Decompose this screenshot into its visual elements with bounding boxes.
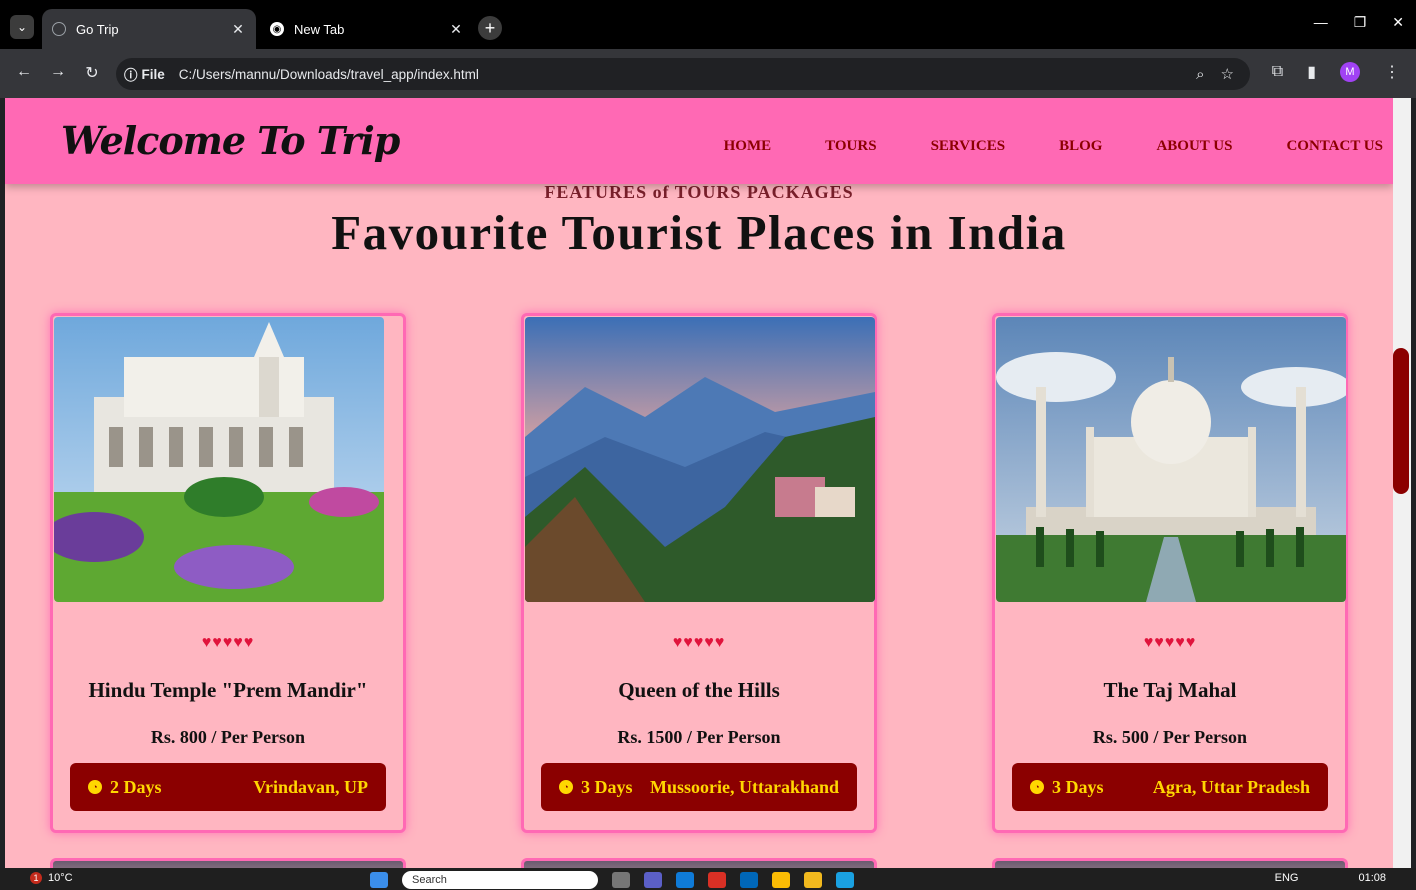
- tab-new-tab[interactable]: ◉ New Tab ✕: [260, 9, 474, 49]
- tab-go-trip[interactable]: Go Trip ✕: [42, 9, 256, 49]
- tour-location: Mussoorie, Uttarakhand: [649, 776, 839, 797]
- tour-location: Agra, Uttar Pradesh: [1152, 776, 1310, 797]
- page-viewport: Welcome To Trip HOME TOURS SERVICES BLOG…: [5, 98, 1393, 868]
- tour-info-bar: ◔ 3 Days Agra, Uttar Pradesh: [1012, 763, 1328, 811]
- tour-title: The Taj Mahal: [1103, 678, 1237, 702]
- tour-price: Rs. 800 / Per Person: [150, 727, 306, 747]
- forward-arrow-icon[interactable]: →: [48, 63, 68, 81]
- weather-temp: 10°C: [48, 872, 73, 884]
- clock-icon: ◔: [559, 780, 573, 794]
- tour-title: Queen of the Hills: [618, 678, 780, 702]
- main-nav: HOME TOURS SERVICES BLOG ABOUT US CONTAC…: [670, 138, 1383, 155]
- rating-hearts: ♥♥♥♥♥: [201, 634, 255, 651]
- bookmark-star-icon[interactable]: ☆: [1221, 65, 1234, 83]
- tour-duration: 3 Days: [581, 776, 633, 797]
- page-scrollbar-thumb[interactable]: [1393, 348, 1409, 494]
- file-label: File: [141, 66, 165, 82]
- nav-tours[interactable]: TOURS: [825, 138, 876, 155]
- page-title: Favourite Tourist Places in India: [331, 205, 1067, 260]
- tour-price: Rs. 500 / Per Person: [1092, 727, 1248, 747]
- taskbar-apps: Search: [370, 871, 854, 889]
- site-logo[interactable]: Welcome To Trip: [61, 118, 400, 163]
- menu-kebab-icon[interactable]: ⋮: [1384, 62, 1400, 82]
- tab-title: Go Trip: [76, 21, 119, 37]
- tour-card[interactable]: ♥♥♥♥♥ Queen of the Hills Rs. 1500 / Per …: [521, 313, 877, 833]
- tour-price: Rs. 1500 / Per Person: [617, 727, 781, 747]
- gmail-icon[interactable]: [708, 872, 726, 888]
- tour-card-peek: [50, 858, 406, 868]
- chrome-icon: ◉: [270, 22, 284, 36]
- system-tray: ENG 01:08: [1275, 872, 1386, 884]
- close-icon[interactable]: ✕: [230, 21, 246, 38]
- extensions-icon[interactable]: ⧉: [1272, 63, 1283, 81]
- language-indicator[interactable]: ENG: [1275, 872, 1299, 884]
- tour-info-bar: ◔ 2 Days Vrindavan, UP: [70, 763, 386, 811]
- vscode-icon[interactable]: [836, 872, 854, 888]
- clock-icon: ◔: [1030, 780, 1044, 794]
- notification-badge: 1: [30, 872, 42, 884]
- tour-image-temple: [54, 317, 384, 602]
- section-label: FEATURES of TOURS PACKAGES: [544, 182, 854, 202]
- weather-widget[interactable]: 1 10°C: [30, 872, 73, 884]
- nav-services[interactable]: SERVICES: [931, 138, 1006, 155]
- site-header: Welcome To Trip HOME TOURS SERVICES BLOG…: [5, 98, 1393, 184]
- nav-contact-us[interactable]: CONTACT US: [1286, 138, 1383, 155]
- taskbar-search[interactable]: Search: [402, 871, 598, 889]
- profile-avatar[interactable]: M: [1340, 62, 1360, 82]
- zoom-icon[interactable]: ⌕: [1196, 66, 1204, 83]
- rating-hearts: ♥♥♥♥♥: [672, 634, 726, 651]
- toolbar-actions: ⧉ ▮ M ⋮: [1272, 62, 1400, 82]
- tour-title: Hindu Temple "Prem Mandir": [88, 678, 368, 702]
- tour-card-peek: [992, 858, 1348, 868]
- tour-card-peek: [521, 858, 877, 868]
- url-text: C:/Users/mannu/Downloads/travel_app/inde…: [178, 66, 479, 82]
- teams-icon[interactable]: [644, 872, 662, 888]
- nav-about-us[interactable]: ABOUT US: [1156, 138, 1232, 155]
- file-explorer-icon[interactable]: [804, 872, 822, 888]
- tour-location: Vrindavan, UP: [253, 776, 368, 797]
- back-arrow-icon[interactable]: ←: [14, 63, 34, 81]
- info-icon: ⓘ: [124, 68, 138, 83]
- tour-info-bar: ◔ 3 Days Mussoorie, Uttarakhand: [541, 763, 857, 811]
- nav-blog[interactable]: BLOG: [1059, 138, 1102, 155]
- tab-search-chevron-icon[interactable]: ⌄: [10, 15, 34, 39]
- tab-strip: ⌄ Go Trip ✕ ◉ New Tab ✕ + — ❐ ✕: [0, 0, 1416, 49]
- clock-icon: ◔: [88, 780, 102, 794]
- side-panel-icon[interactable]: ▮: [1307, 62, 1316, 82]
- window-controls: — ❐ ✕: [1314, 14, 1404, 31]
- tour-card[interactable]: ♥♥♥♥♥ The Taj Mahal Rs. 500 / Per Person…: [992, 313, 1348, 833]
- close-window-icon[interactable]: ✕: [1392, 14, 1404, 31]
- os-taskbar: 1 10°C Search ENG 01:08: [0, 868, 1416, 890]
- tour-duration: 2 Days: [110, 776, 162, 797]
- task-view-icon[interactable]: [612, 872, 630, 888]
- address-bar[interactable]: ⓘ File C:/Users/mannu/Downloads/travel_a…: [116, 58, 1250, 90]
- tour-image-hills: [525, 317, 875, 602]
- minimize-icon[interactable]: —: [1314, 14, 1328, 31]
- new-tab-button[interactable]: +: [478, 16, 502, 40]
- reload-icon[interactable]: ↻: [82, 63, 102, 83]
- store-icon[interactable]: [740, 872, 758, 888]
- edge-icon[interactable]: [676, 872, 694, 888]
- tab-title: New Tab: [294, 21, 345, 37]
- tour-duration: 3 Days: [1052, 776, 1104, 797]
- chrome-taskbar-icon[interactable]: [772, 872, 790, 888]
- globe-icon: [52, 22, 66, 36]
- close-icon[interactable]: ✕: [448, 21, 464, 38]
- clock-time[interactable]: 01:08: [1358, 872, 1386, 884]
- tour-image-taj-mahal: [996, 317, 1346, 602]
- restore-icon[interactable]: ❐: [1354, 14, 1367, 31]
- tour-card[interactable]: ♥♥♥♥♥ Hindu Temple "Prem Mandir" Rs. 800…: [50, 313, 406, 833]
- start-windows-icon[interactable]: [370, 872, 388, 888]
- rating-hearts: ♥♥♥♥♥: [1143, 634, 1197, 651]
- nav-home[interactable]: HOME: [724, 138, 772, 155]
- site-info-chip[interactable]: ⓘ File: [124, 64, 165, 84]
